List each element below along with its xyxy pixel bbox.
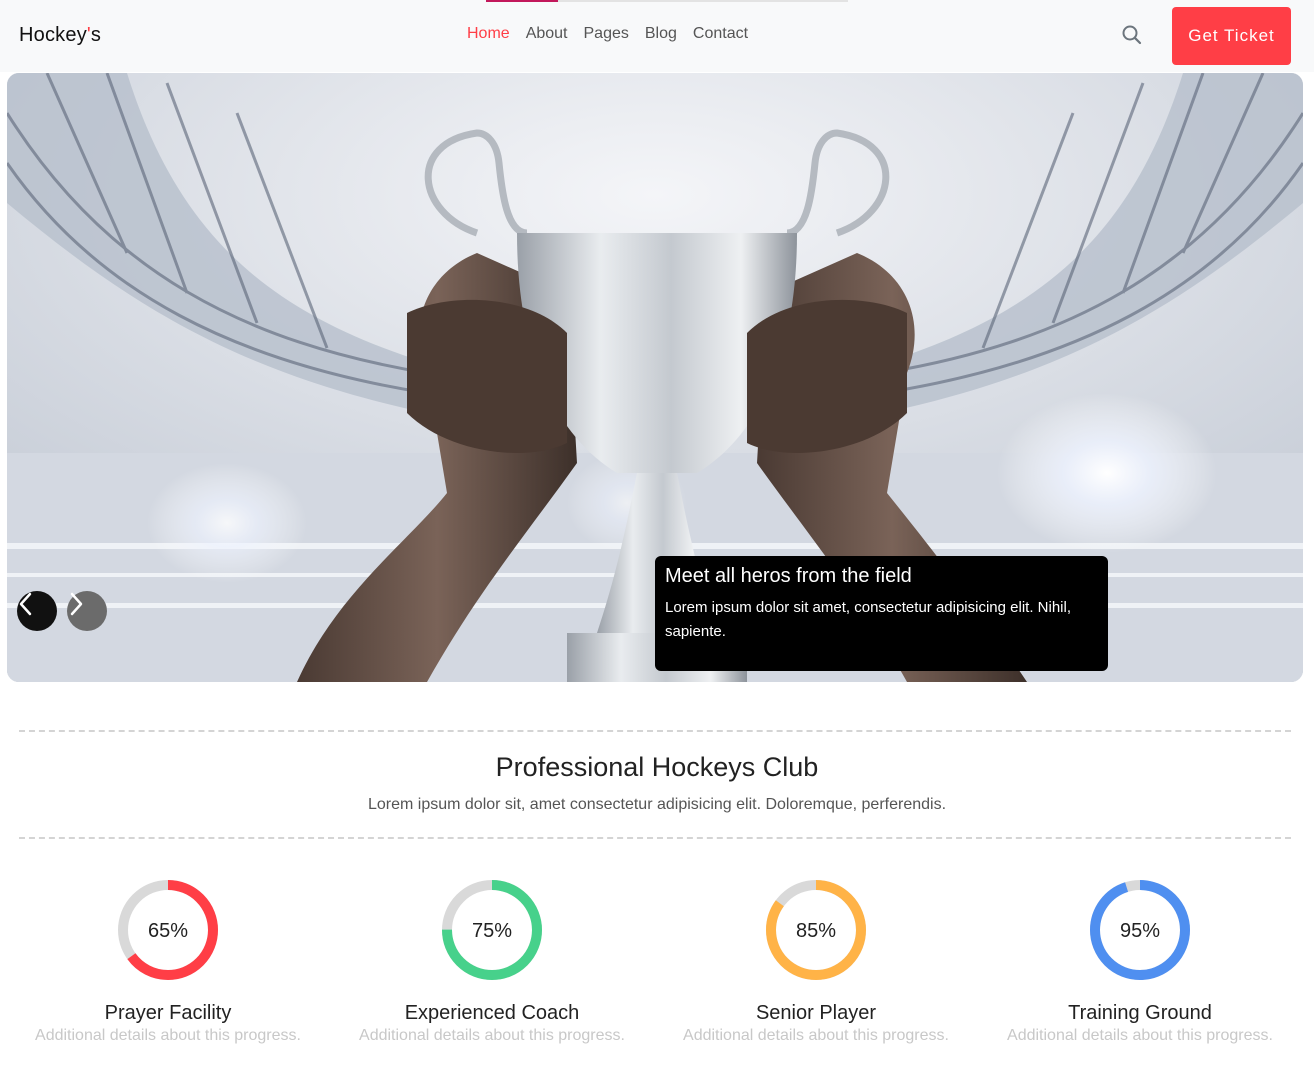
progress-ring: 75% (442, 880, 542, 980)
progress-name: Experienced Coach (404, 1002, 580, 1024)
progress-percent: 85% (796, 920, 836, 942)
nav-link-home[interactable]: Home (467, 25, 510, 43)
main-nav: Home About Pages Blog Contact (467, 25, 748, 43)
hero-caption: Meet all heros from the field Lorem ipsu… (655, 556, 1108, 671)
progress-percent: 65% (148, 920, 188, 942)
progress-name: Senior Player (755, 1002, 877, 1024)
progress-detail: Additional details about this progress. (359, 1027, 625, 1044)
progress-percent: 95% (1120, 920, 1160, 942)
progress-card-training-ground: 95% Training Ground Additional details a… (978, 878, 1302, 1045)
brand-logo[interactable]: Hockey's (19, 24, 101, 47)
nav-link-pages[interactable]: Pages (584, 25, 629, 43)
search-icon (1122, 25, 1142, 45)
section-title: Professional Hockeys Club (495, 752, 819, 782)
nav-link-blog[interactable]: Blog (645, 25, 677, 43)
search-button[interactable] (1119, 22, 1145, 48)
progress-ring: 85% (766, 880, 866, 980)
section-subtitle: Lorem ipsum dolor sit, amet consectetur … (367, 796, 947, 813)
brand-name: Hockey (19, 24, 87, 46)
nav-indicator-line (486, 0, 848, 2)
brand-suffix: s (90, 24, 102, 46)
top-navbar: Hockey's Home About Pages Blog Contact G… (0, 0, 1314, 72)
progress-card-senior-player: 85% Senior Player Additional details abo… (654, 878, 978, 1045)
progress-name: Training Ground (1068, 1002, 1212, 1024)
progress-detail: Additional details about this progress. (35, 1027, 301, 1044)
progress-card-experienced-coach: 75% Experienced Coach Additional details… (330, 878, 654, 1045)
nav-link-about[interactable]: About (526, 25, 568, 43)
progress-ring: 65% (118, 880, 218, 980)
nav-active-indicator (486, 0, 558, 2)
caption-title: Meet all heros from the field (665, 565, 912, 587)
chevron-right-icon (70, 592, 83, 616)
carousel-prev-button[interactable] (17, 591, 57, 631)
chevron-left-icon (19, 592, 32, 616)
nav-link-contact[interactable]: Contact (693, 25, 748, 43)
progress-card-prayer-facility: 65% Prayer Facility Additional details a… (6, 878, 330, 1045)
progress-ring: 95% (1090, 880, 1190, 980)
progress-detail: Additional details about this progress. (1007, 1027, 1273, 1044)
progress-detail: Additional details about this progress. (683, 1027, 949, 1044)
progress-name: Prayer Facility (104, 1002, 232, 1024)
get-ticket-button[interactable]: Get Ticket (1172, 7, 1291, 65)
caption-text: Lorem ipsum dolor sit amet, consectetur … (665, 599, 1072, 640)
hero-carousel: Meet all heros from the field Lorem ipsu… (7, 73, 1303, 682)
section-divider-bottom (19, 837, 1291, 839)
carousel-next-button[interactable] (67, 591, 107, 631)
progress-percent: 75% (472, 920, 512, 942)
section-divider-top (19, 730, 1291, 732)
